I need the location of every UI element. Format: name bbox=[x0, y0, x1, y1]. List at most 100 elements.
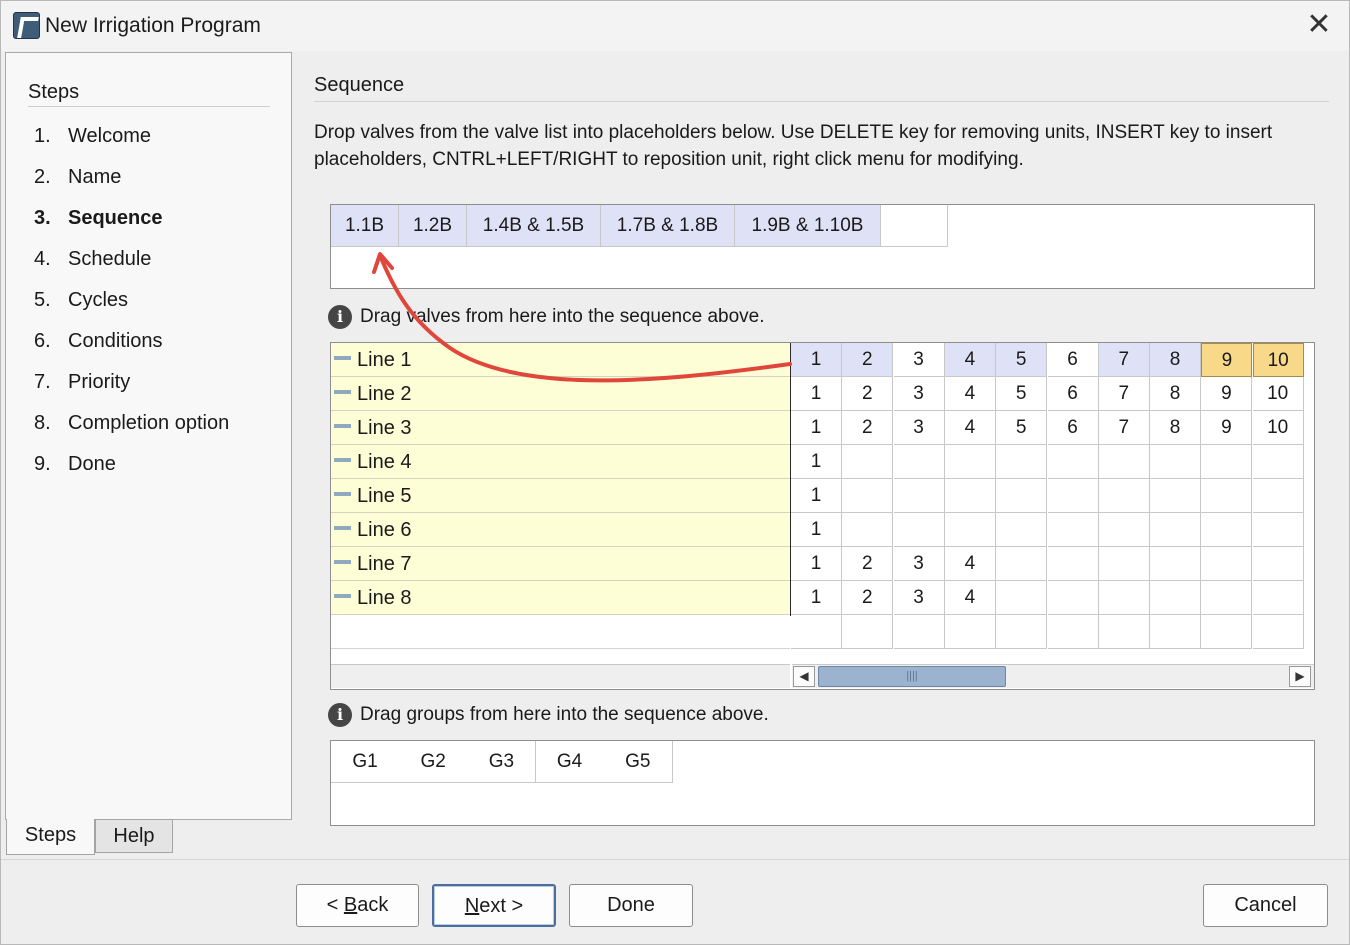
empty-valve-cell bbox=[1098, 445, 1150, 479]
empty-valve-cell bbox=[1150, 445, 1202, 479]
valve-cell[interactable]: 3 bbox=[893, 377, 945, 411]
group-item[interactable]: G4 bbox=[535, 741, 605, 783]
step-number: 7. bbox=[34, 371, 51, 393]
valve-cell[interactable]: 10 bbox=[1252, 343, 1304, 377]
drag-handle-icon[interactable] bbox=[334, 560, 351, 564]
line-row[interactable]: Line 7 bbox=[331, 547, 790, 581]
horizontal-scrollbar[interactable]: ◀ |||| ▶ bbox=[792, 664, 1314, 688]
app-logo-icon bbox=[13, 12, 40, 39]
valve-cell[interactable]: 1 bbox=[791, 513, 842, 547]
valve-cell[interactable]: 10 bbox=[1252, 377, 1304, 411]
valve-cell[interactable]: 6 bbox=[1047, 377, 1099, 411]
valve-cell[interactable]: 4 bbox=[944, 343, 996, 377]
drag-handle-icon[interactable] bbox=[334, 492, 351, 496]
group-item[interactable]: G1 bbox=[331, 741, 400, 783]
scroll-right-icon[interactable]: ▶ bbox=[1289, 666, 1311, 687]
empty-valve-cell bbox=[1252, 581, 1304, 615]
drag-handle-icon[interactable] bbox=[334, 390, 351, 394]
next-button[interactable]: Next > bbox=[432, 884, 556, 927]
valve-cell[interactable]: 2 bbox=[842, 377, 894, 411]
valve-cell[interactable]: 1 bbox=[791, 581, 842, 615]
grid-footer bbox=[331, 664, 790, 688]
step-label: Priority bbox=[68, 371, 131, 393]
scroll-left-icon[interactable]: ◀ bbox=[793, 666, 815, 687]
empty-valve-cell bbox=[996, 547, 1048, 581]
tab-steps[interactable]: Steps bbox=[6, 819, 95, 855]
valve-cell[interactable]: 7 bbox=[1098, 343, 1150, 377]
valve-cell[interactable]: 1 bbox=[791, 547, 842, 581]
valve-cell[interactable]: 8 bbox=[1150, 343, 1202, 377]
valve-cell[interactable]: 1 bbox=[791, 411, 842, 445]
valve-cell[interactable]: 2 bbox=[842, 411, 894, 445]
empty-valve-cell bbox=[1047, 581, 1099, 615]
group-item[interactable]: G2 bbox=[399, 741, 469, 783]
valve-cell[interactable]: 1 bbox=[791, 445, 842, 479]
valve-cell[interactable]: 8 bbox=[1150, 411, 1202, 445]
valve-cell[interactable]: 5 bbox=[996, 377, 1048, 411]
sequence-unit[interactable]: 1.2B bbox=[399, 205, 467, 247]
close-icon[interactable]: ✕ bbox=[1303, 9, 1335, 41]
valve-cell[interactable]: 7 bbox=[1098, 411, 1150, 445]
valve-cell[interactable]: 7 bbox=[1098, 377, 1150, 411]
valve-cell[interactable]: 4 bbox=[944, 411, 996, 445]
valve-cell[interactable]: 6 bbox=[1047, 411, 1099, 445]
sequence-unit[interactable]: 1.4B & 1.5B bbox=[467, 205, 601, 247]
valve-cell[interactable]: 2 bbox=[842, 343, 894, 377]
valve-cell[interactable]: 4 bbox=[944, 377, 996, 411]
group-item[interactable]: G5 bbox=[603, 741, 673, 783]
line-row[interactable]: Line 2 bbox=[331, 377, 790, 411]
valve-grid: ◀ |||| ▶ Line 1 1 2 3 4 5 6 7 8 9 10 Line 212345678… bbox=[330, 342, 1315, 690]
sequence-unit[interactable]: 1.9B & 1.10B bbox=[735, 205, 881, 247]
valve-cell[interactable]: 5 bbox=[996, 343, 1048, 377]
valve-cell[interactable]: 1 bbox=[791, 343, 842, 377]
drag-handle-icon[interactable] bbox=[334, 356, 351, 360]
line-row[interactable]: Line 4 bbox=[331, 445, 790, 479]
valve-cell[interactable]: 2 bbox=[842, 581, 894, 615]
valve-cell[interactable]: 1 bbox=[791, 479, 842, 513]
line-row[interactable]: Line 5 bbox=[331, 479, 790, 513]
line-row[interactable]: Line 3 bbox=[331, 411, 790, 445]
scroll-thumb[interactable]: |||| bbox=[818, 666, 1006, 687]
step-item-done: 9. Done bbox=[34, 453, 116, 476]
valve-cell[interactable]: 8 bbox=[1150, 377, 1202, 411]
drag-handle-icon[interactable] bbox=[334, 526, 351, 530]
empty-valve-cell bbox=[893, 615, 945, 649]
valve-cell[interactable]: 3 bbox=[893, 343, 945, 377]
valve-cell[interactable]: 6 bbox=[1047, 343, 1099, 377]
valve-cell[interactable]: 1 bbox=[791, 377, 842, 411]
groups-hint: i Drag groups from here into the sequence… bbox=[328, 703, 769, 727]
drag-handle-icon[interactable] bbox=[334, 424, 351, 428]
sequence-unit[interactable]: 1.1B bbox=[331, 205, 399, 247]
valve-cell[interactable]: 9 bbox=[1201, 377, 1253, 411]
sequence-placeholder[interactable] bbox=[881, 205, 948, 247]
valve-cell[interactable]: 10 bbox=[1252, 411, 1304, 445]
valve-cell[interactable]: 4 bbox=[944, 581, 996, 615]
empty-valve-cell bbox=[1201, 445, 1253, 479]
tab-help[interactable]: Help bbox=[95, 819, 173, 853]
line-label: Line 7 bbox=[357, 553, 412, 575]
line-row[interactable]: Line 6 bbox=[331, 513, 790, 547]
valve-cell[interactable]: 9 bbox=[1201, 411, 1253, 445]
valve-cell[interactable]: 3 bbox=[893, 411, 945, 445]
done-button[interactable]: Done bbox=[569, 884, 693, 927]
valve-cell[interactable]: 2 bbox=[842, 547, 894, 581]
line-row[interactable]: Line 8 bbox=[331, 581, 790, 615]
valve-cell[interactable]: 5 bbox=[996, 411, 1048, 445]
group-item[interactable]: G3 bbox=[467, 741, 537, 783]
empty-valve-cell bbox=[791, 615, 842, 649]
drag-handle-icon[interactable] bbox=[334, 594, 351, 598]
valve-cell[interactable]: 4 bbox=[944, 547, 996, 581]
sequence-unit[interactable]: 1.7B & 1.8B bbox=[601, 205, 735, 247]
valve-cell[interactable]: 9 bbox=[1201, 343, 1253, 377]
valve-cell[interactable]: 3 bbox=[893, 547, 945, 581]
section-divider bbox=[314, 101, 1329, 102]
back-button[interactable]: < Back bbox=[296, 884, 419, 927]
empty-valve-cell bbox=[893, 513, 945, 547]
info-icon: i bbox=[328, 305, 352, 329]
cancel-button[interactable]: Cancel bbox=[1203, 884, 1328, 927]
line-label: Line 2 bbox=[357, 383, 412, 405]
sequence-dropzone[interactable]: 1.1B 1.2B 1.4B & 1.5B 1.7B & 1.8B 1.9B & 1.1… bbox=[330, 204, 1315, 289]
valve-cell[interactable]: 3 bbox=[893, 581, 945, 615]
line-row[interactable]: Line 1 bbox=[331, 343, 790, 377]
drag-handle-icon[interactable] bbox=[334, 458, 351, 462]
